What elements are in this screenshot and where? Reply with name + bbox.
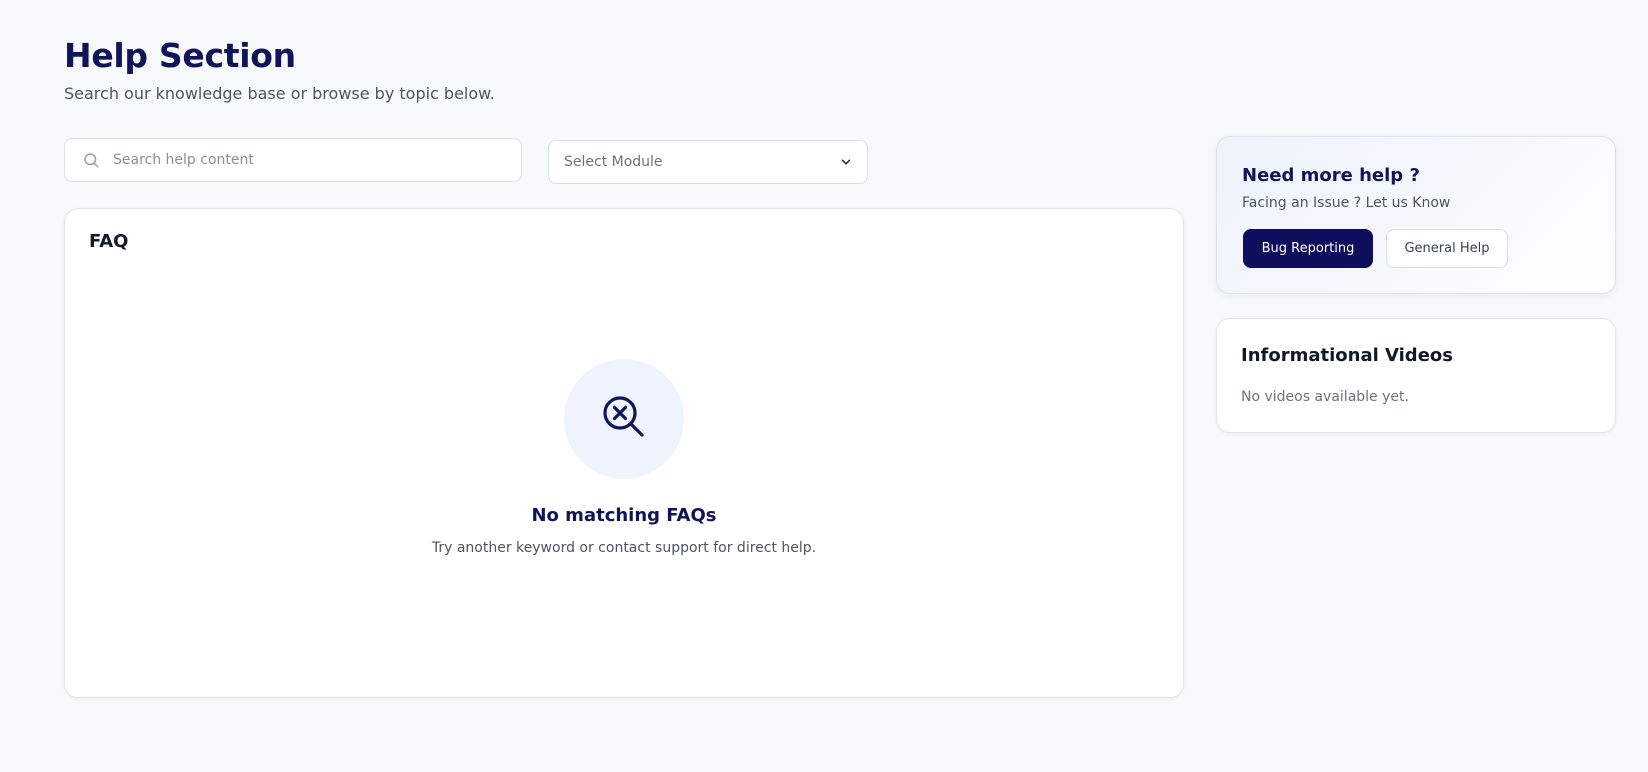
search-x-icon — [599, 392, 649, 446]
help-page: Help Section Search our knowledge base o… — [0, 0, 1648, 772]
page-title: Help Section — [64, 36, 296, 75]
chevron-down-icon — [839, 155, 853, 169]
module-select[interactable]: Select Module — [548, 140, 868, 184]
bug-reporting-button[interactable]: Bug Reporting — [1243, 229, 1373, 268]
empty-state-icon-circle — [564, 359, 684, 479]
empty-state-message: Try another keyword or contact support f… — [431, 540, 817, 556]
faq-card: FAQ No matching FAQs Try another keyword… — [64, 208, 1184, 698]
page-subtitle: Search our knowledge base or browse by t… — [64, 84, 495, 103]
module-select-label: Select Module — [564, 154, 663, 170]
general-help-button[interactable]: General Help — [1386, 229, 1508, 268]
faq-title: FAQ — [89, 231, 129, 252]
need-help-subtitle: Facing an Issue ? Let us Know — [1242, 195, 1451, 211]
need-help-title: Need more help ? — [1242, 165, 1420, 186]
need-help-card: Need more help ? Facing an Issue ? Let u… — [1216, 136, 1616, 294]
search-icon — [81, 150, 101, 170]
search-input[interactable] — [111, 138, 521, 182]
videos-empty-message: No videos available yet. — [1241, 389, 1409, 405]
videos-title: Informational Videos — [1241, 345, 1453, 366]
faq-empty-state: No matching FAQs Try another keyword or … — [65, 359, 1183, 556]
informational-videos-card: Informational Videos No videos available… — [1216, 318, 1616, 433]
empty-state-title: No matching FAQs — [531, 505, 717, 526]
search-box[interactable] — [64, 138, 522, 182]
